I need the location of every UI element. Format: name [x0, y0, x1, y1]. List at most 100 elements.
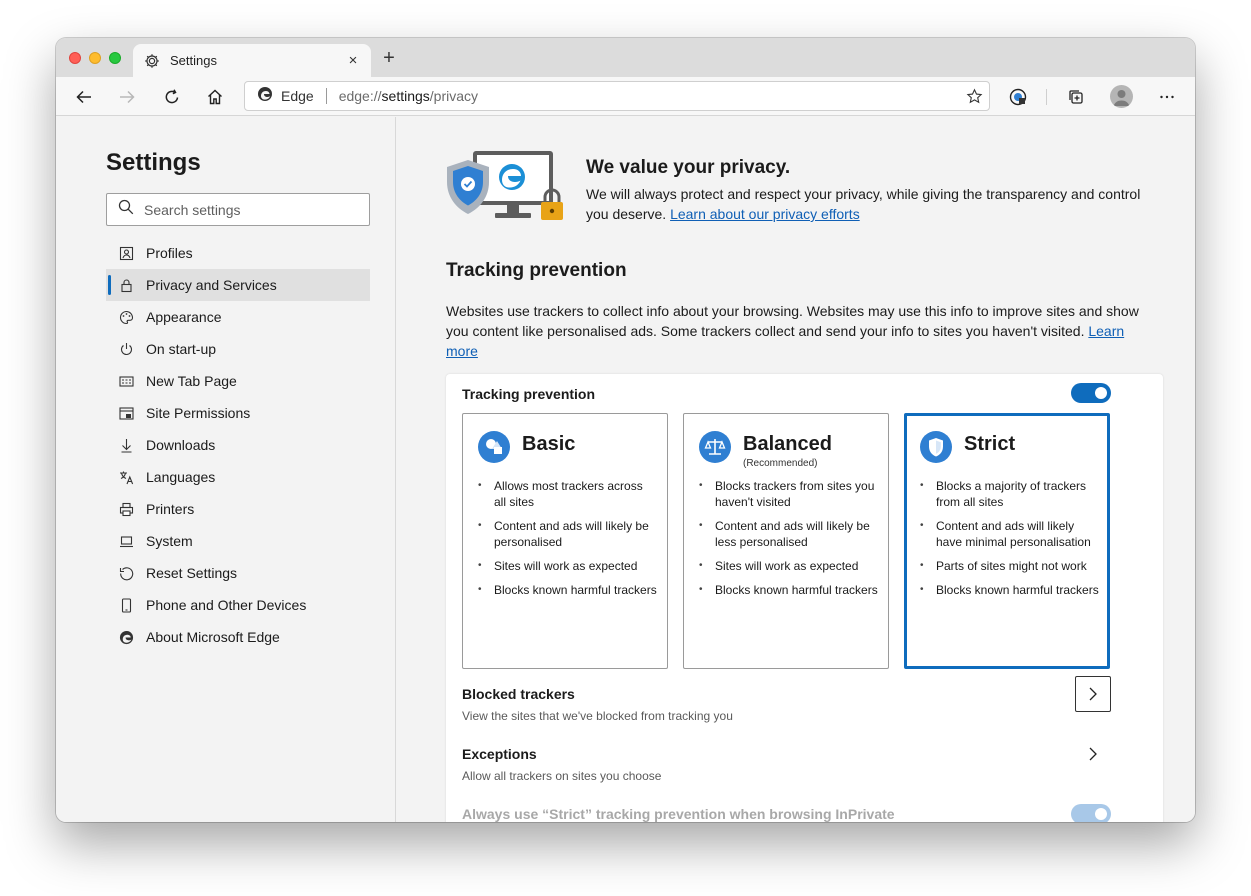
browser-window: Settings × + Edge edge://settings/privac…	[56, 38, 1195, 822]
palette-icon	[118, 309, 134, 325]
profile-avatar[interactable]	[1110, 85, 1133, 108]
level-card-basic[interactable]: Basic Allows most trackers across all si…	[462, 413, 668, 669]
new-tab-page-icon	[118, 373, 134, 389]
zoom-window-button[interactable]	[109, 52, 121, 64]
lock-icon	[118, 277, 134, 293]
list-item: Content and ads will likely be personali…	[478, 518, 658, 550]
tab-strip: Settings × +	[56, 38, 1195, 77]
search-icon	[118, 199, 134, 220]
exceptions-title: Exceptions	[462, 746, 537, 762]
toolbar-divider	[1046, 89, 1047, 105]
refresh-icon	[165, 89, 179, 104]
chevron-right-icon	[1089, 747, 1097, 761]
close-tab-button[interactable]: ×	[345, 52, 361, 69]
privacy-efforts-link[interactable]: Learn about our privacy efforts	[670, 206, 860, 222]
home-icon	[208, 89, 222, 105]
level-card-strict[interactable]: Strict Blocks a majority of trackers fro…	[904, 413, 1110, 669]
sidebar-item-label: Profiles	[146, 245, 193, 261]
reset-icon	[118, 565, 134, 581]
tracking-prevention-card: Tracking prevention Basic Allows most tr…	[446, 374, 1163, 822]
level-bullets: Blocks trackers from sites you haven't v…	[699, 478, 879, 606]
list-item: Content and ads will likely have minimal…	[920, 518, 1100, 550]
level-bullets: Allows most trackers across all sites Co…	[478, 478, 658, 606]
sidebar-item-phone[interactable]: Phone and Other Devices	[106, 589, 370, 621]
sidebar-item-appearance[interactable]: Appearance	[106, 301, 370, 333]
favorite-star-icon[interactable]	[959, 87, 989, 105]
sidebar-item-site-permissions[interactable]: Site Permissions	[106, 397, 370, 429]
main-content: We value your privacy. We will always pr…	[397, 117, 1195, 822]
sidebar-item-label: On start-up	[146, 341, 217, 357]
edge-logo-icon	[118, 629, 134, 645]
more-options-button[interactable]	[1155, 85, 1179, 109]
level-header: Basic	[478, 431, 575, 463]
search-input[interactable]	[144, 201, 344, 218]
forward-arrow-icon	[120, 90, 135, 104]
profile-icon	[118, 245, 134, 261]
refresh-button[interactable]	[160, 85, 184, 109]
sidebar-item-label: Site Permissions	[146, 405, 251, 421]
sidebar-item-startup[interactable]: On start-up	[106, 333, 370, 365]
tab-settings[interactable]: Settings ×	[133, 44, 371, 77]
list-item: Blocks trackers from sites you haven't v…	[699, 478, 879, 510]
search-box[interactable]	[106, 193, 370, 226]
privacy-heading: We value your privacy.	[586, 157, 791, 178]
gear-icon	[143, 52, 161, 70]
sidebar-item-label: Downloads	[146, 437, 216, 453]
sidebar-item-label: System	[146, 533, 193, 549]
sidebar-item-printers[interactable]: Printers	[106, 493, 370, 525]
level-bullets: Blocks a majority of trackers from all s…	[920, 478, 1100, 606]
level-name: Strict	[964, 433, 1016, 455]
sidebar-item-label: Languages	[146, 469, 216, 485]
privacy-description: We will always protect and respect your …	[586, 186, 1141, 222]
sidebar-item-label: Privacy and Services	[146, 277, 277, 293]
sidebar-item-label: New Tab Page	[146, 373, 237, 389]
sidebar-item-label: Printers	[146, 501, 195, 517]
level-name: Basic	[522, 433, 576, 455]
chevron-right-icon	[1089, 687, 1097, 701]
shield-icon	[920, 431, 952, 463]
sidebar-item-system[interactable]: System	[106, 525, 370, 557]
sidebar-item-privacy[interactable]: Privacy and Services	[106, 269, 370, 301]
sidebar-item-reset[interactable]: Reset Settings	[106, 557, 370, 589]
inprivate-strict-label: Always use “Strict” tracking prevention …	[462, 806, 895, 822]
tracking-prevention-toggle[interactable]	[1071, 383, 1111, 403]
list-item: Blocks known harmful trackers	[478, 582, 658, 598]
recommended-label: (Recommended)	[743, 458, 818, 469]
url-text[interactable]: edge://settings/privacy	[339, 88, 959, 104]
blocked-trackers-desc: View the sites that we've blocked from t…	[462, 709, 733, 723]
sidebar-item-label: About Microsoft Edge	[146, 629, 280, 645]
sidebar-item-new-tab-page[interactable]: New Tab Page	[106, 365, 370, 397]
sidebar-item-about[interactable]: About Microsoft Edge	[106, 621, 370, 653]
list-item: Sites will work as expected	[478, 558, 658, 574]
sidebar-item-downloads[interactable]: Downloads	[106, 429, 370, 461]
sidebar-item-languages[interactable]: Languages	[106, 461, 370, 493]
tracking-section-title: Tracking prevention	[446, 260, 627, 281]
download-icon	[118, 437, 134, 453]
home-button[interactable]	[203, 85, 227, 109]
close-window-button[interactable]	[69, 52, 81, 64]
tracking-prevention-button[interactable]	[1006, 85, 1030, 109]
window-controls	[69, 52, 121, 64]
back-button[interactable]	[72, 85, 96, 109]
address-bar[interactable]: Edge edge://settings/privacy	[244, 81, 990, 111]
level-card-balanced[interactable]: Balanced (Recommended) Blocks trackers f…	[683, 413, 889, 669]
laptop-icon	[118, 533, 134, 549]
list-item: Allows most trackers across all sites	[478, 478, 658, 510]
list-item: Sites will work as expected	[699, 558, 879, 574]
privacy-illustration	[445, 149, 569, 225]
list-item: Blocks a majority of trackers from all s…	[920, 478, 1100, 510]
collections-button[interactable]	[1064, 85, 1088, 109]
exceptions-button[interactable]	[1075, 736, 1111, 772]
minimize-window-button[interactable]	[89, 52, 101, 64]
list-item: Blocks known harmful trackers	[920, 582, 1100, 598]
blocked-trackers-button[interactable]	[1075, 676, 1111, 712]
sidebar-item-profiles[interactable]: Profiles	[106, 237, 370, 269]
sidebar-item-label: Reset Settings	[146, 565, 238, 581]
back-arrow-icon	[76, 90, 91, 104]
list-item: Parts of sites might not work	[920, 558, 1100, 574]
exceptions-desc: Allow all trackers on sites you choose	[462, 769, 662, 783]
new-tab-button[interactable]: +	[379, 48, 399, 68]
forward-button[interactable]	[115, 85, 139, 109]
sidebar-item-label: Phone and Other Devices	[146, 597, 307, 613]
inprivate-strict-toggle[interactable]	[1071, 804, 1111, 822]
